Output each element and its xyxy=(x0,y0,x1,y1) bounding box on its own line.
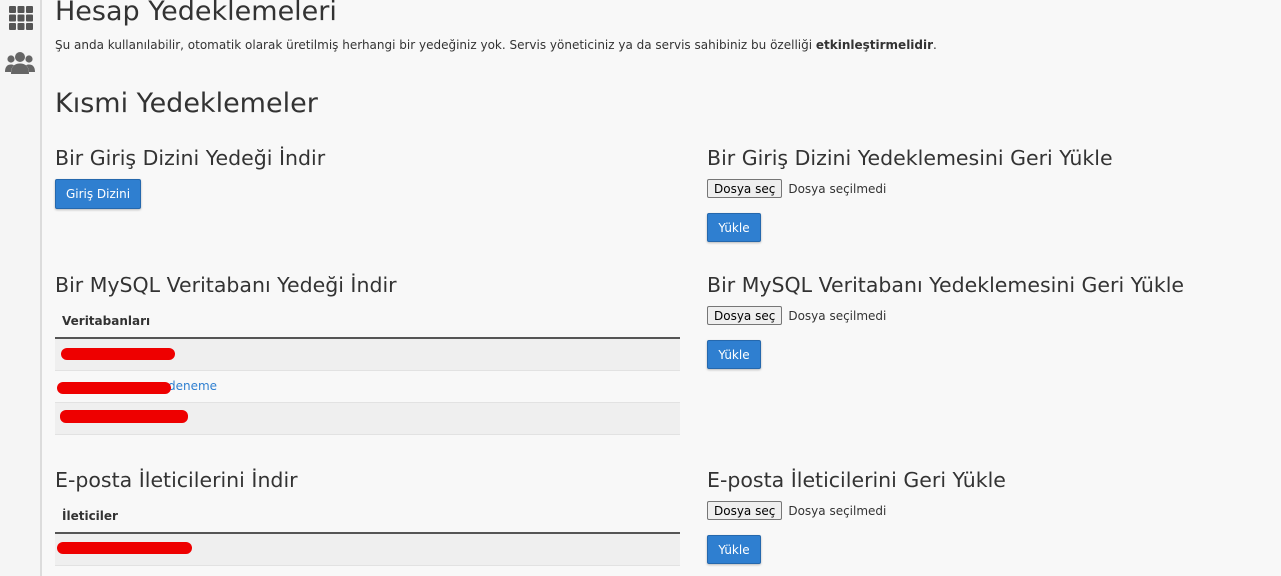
partial-backups-title: Kısmi Yedeklemeler xyxy=(55,88,318,119)
mysql-databases-table: Veritabanları deneme xyxy=(55,305,680,435)
table-row xyxy=(55,534,680,566)
email-restore-choose-file-button[interactable]: Dosya seç xyxy=(707,501,783,520)
home-restore-title: Bir Giriş Dizini Yedeklemesini Geri Yükl… xyxy=(707,146,1113,170)
users-icon[interactable] xyxy=(5,50,35,76)
redaction-mark xyxy=(57,382,171,394)
redaction-mark xyxy=(60,410,188,423)
email-download-title: E-posta İleticilerini İndir xyxy=(55,468,298,492)
home-directory-button[interactable]: Giriş Dizini xyxy=(55,179,141,209)
mysql-databases-header: Veritabanları xyxy=(55,305,680,339)
email-forwarders-table: İleticiler xyxy=(55,500,680,566)
grid-icon[interactable] xyxy=(8,5,34,31)
description-text: Şu anda kullanılabilir, otomatik olarak … xyxy=(55,38,816,52)
home-restore-file-picker: Dosya seç Dosya seçilmedi xyxy=(707,179,886,198)
email-restore-title: E-posta İleticilerini Geri Yükle xyxy=(707,468,1006,492)
email-restore-upload-button[interactable]: Yükle xyxy=(707,535,761,564)
sidebar xyxy=(0,0,42,576)
email-restore-file-picker: Dosya seç Dosya seçilmedi xyxy=(707,501,886,520)
redaction-mark xyxy=(61,348,175,360)
mysql-restore-upload-button[interactable]: Yükle xyxy=(707,340,761,369)
table-row: deneme xyxy=(55,371,680,403)
redaction-mark xyxy=(57,542,192,554)
description-bold: etkinleştirmelidir xyxy=(815,38,934,52)
email-restore-file-status: Dosya seçilmedi xyxy=(788,503,887,518)
mysql-download-title: Bir MySQL Veritabanı Yedeği İndir xyxy=(55,273,397,297)
page-description: Şu anda kullanılabilir, otomatik olarak … xyxy=(55,38,937,52)
mysql-restore-title: Bir MySQL Veritabanı Yedeklemesini Geri … xyxy=(707,273,1185,297)
email-forwarders-header: İleticiler xyxy=(55,500,680,534)
home-download-title: Bir Giriş Dizini Yedeği İndir xyxy=(55,146,326,170)
page-title: Hesap Yedeklemeleri xyxy=(55,0,337,27)
database-link[interactable]: deneme xyxy=(168,379,217,393)
description-end: . xyxy=(933,38,937,52)
home-restore-choose-file-button[interactable]: Dosya seç xyxy=(707,179,783,198)
home-restore-upload-button[interactable]: Yükle xyxy=(707,213,761,242)
mysql-restore-choose-file-button[interactable]: Dosya seç xyxy=(707,306,783,325)
table-row xyxy=(55,403,680,435)
table-row xyxy=(55,339,680,371)
mysql-restore-file-picker: Dosya seç Dosya seçilmedi xyxy=(707,306,886,325)
home-restore-file-status: Dosya seçilmedi xyxy=(788,181,887,196)
mysql-restore-file-status: Dosya seçilmedi xyxy=(788,308,887,323)
